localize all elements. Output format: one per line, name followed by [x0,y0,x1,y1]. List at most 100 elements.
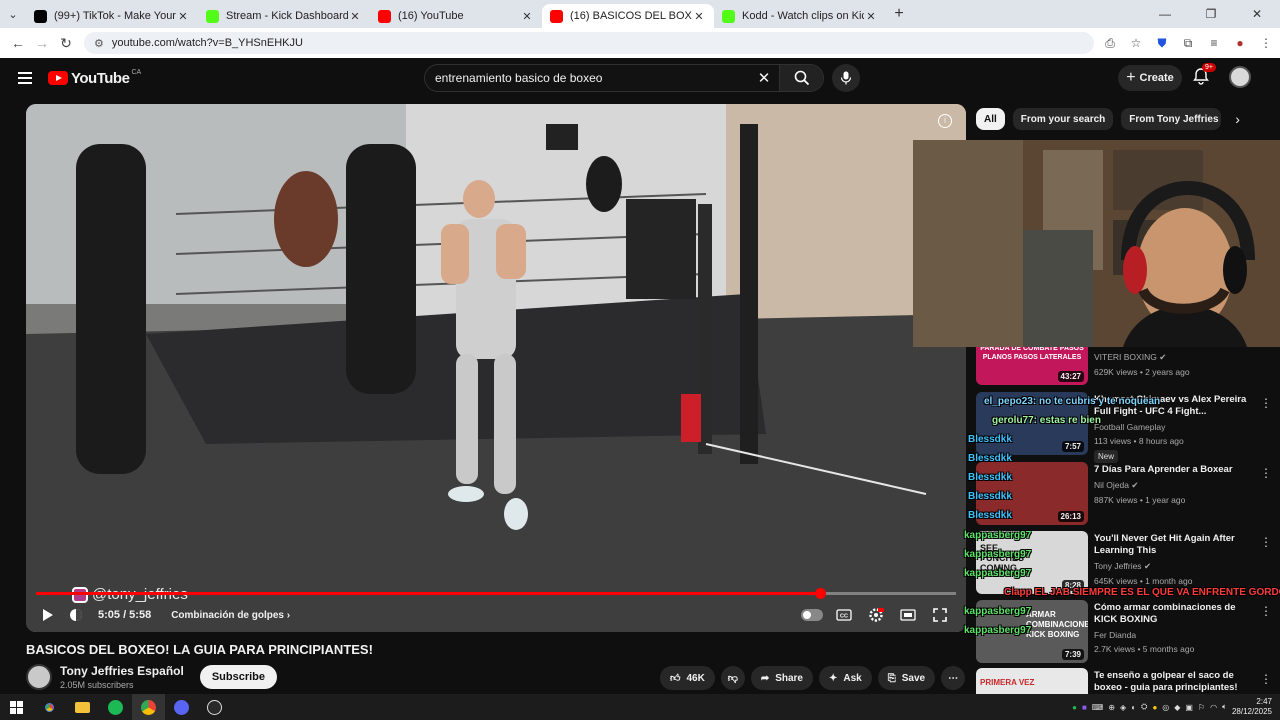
more-vert-icon[interactable]: ⋮ [1260,396,1272,410]
spotify-taskbar-icon[interactable] [99,694,132,720]
notifications-button[interactable]: 9+ [1192,63,1216,87]
discord-taskbar-icon[interactable] [165,694,198,720]
chapter-title[interactable]: Combinación de golpes › [171,610,290,621]
tab-kick-dashboard[interactable]: Stream - Kick Dashboard ✕ [198,4,370,28]
extensions-puzzle-icon[interactable]: ⧉ [1178,36,1198,51]
more-vert-icon[interactable]: ⋮ [1260,466,1272,480]
spotify-tray-icon[interactable]: ● [1072,703,1077,712]
progress-bar[interactable] [36,588,956,599]
minimize-icon[interactable]: — [1142,7,1188,21]
share-button[interactable]: ➦ Share [750,666,813,690]
recommendation-item[interactable]: PRIMERA VEZ Te enseño a golpear el saco … [976,668,1280,694]
chrome-taskbar-icon[interactable] [33,694,66,720]
close-tab-icon[interactable]: ✕ [348,10,362,23]
close-window-icon[interactable]: ✕ [1234,7,1280,21]
tab-boxeo-active[interactable]: (16) BASICOS DEL BOXEO! LA G ✕ [542,4,714,28]
dislike-button[interactable]: 👎︎ [720,666,745,690]
tab-search-icon[interactable]: ⌄ [0,0,26,28]
more-vert-icon[interactable]: ⋮ [1260,535,1272,549]
create-button[interactable]: + Create [1118,65,1182,91]
recommendation-channel[interactable]: Nil Ojeda ✔ [1094,480,1254,491]
close-tab-icon[interactable]: ✕ [520,10,534,23]
chip-from-channel[interactable]: From Tony Jeffries Esp [1121,108,1222,130]
site-info-icon[interactable]: ⚙ [94,37,104,50]
app-tray-icon[interactable]: ■ [1082,703,1087,712]
recommendation-channel[interactable]: Fer Dianda [1094,630,1254,640]
tab-youtube[interactable]: (16) YouTube ✕ [370,4,542,28]
settings-button[interactable] [862,601,890,629]
menu-icon[interactable] [18,72,32,84]
tab-tiktok[interactable]: (99+) TikTok - Make Your Day ✕ [26,4,198,28]
recommendation-title[interactable]: Cómo armar combinaciones de KICK BOXING [1094,602,1254,626]
recommendation-channel[interactable]: Football Gameplay [1094,422,1254,432]
url-field[interactable]: ⚙ youtube.com/watch?v=B_YHSnEHKJU [84,32,1094,54]
back-icon[interactable]: ← [6,35,30,51]
subscribe-button[interactable]: Subscribe [199,665,277,689]
close-tab-icon[interactable]: ✕ [176,10,190,23]
captions-button[interactable]: CC [830,601,858,629]
tab-kodd-kick[interactable]: Kodd - Watch clips on Kick ✕ [714,4,886,28]
app-tray-icon[interactable]: ◆ [1174,703,1180,712]
volume-button[interactable] [62,601,90,629]
obs-taskbar-icon[interactable] [198,694,231,720]
clock[interactable]: 2:47 28/12/2025 [1232,697,1272,717]
wifi-icon[interactable]: ◠ [1210,703,1217,712]
clear-search-icon[interactable]: ✕ [749,69,779,87]
app-tray-icon[interactable]: ◈ [1120,703,1126,712]
language-tray-icon[interactable]: ⌨ [1092,703,1104,712]
forward-icon[interactable]: → [30,35,54,51]
more-actions-button[interactable]: ⋯ [941,666,966,690]
recommendation-channel[interactable]: VITERI BOXING ✔ [1094,352,1254,363]
browser-menu-icon[interactable]: ⋮ [1256,36,1276,50]
install-icon[interactable]: ⎙ [1100,36,1120,51]
recommendation-title[interactable]: You'll Never Get Hit Again After Learnin… [1094,533,1254,557]
app-tray-icon[interactable]: ⛭ [1141,702,1147,712]
theater-mode-button[interactable] [894,601,922,629]
close-tab-icon[interactable]: ✕ [864,10,878,23]
media-icon[interactable]: ≡ [1204,36,1224,50]
volume-tray-icon[interactable]: 🔈︎ [1222,702,1227,712]
autoplay-toggle[interactable] [798,601,826,629]
fullscreen-button[interactable] [926,601,954,629]
search-button[interactable] [779,65,823,91]
like-button[interactable]: 👍︎ 46K [660,666,715,690]
bookmark-star-icon[interactable]: ☆ [1126,36,1146,50]
start-button[interactable] [0,694,33,720]
save-button[interactable]: ⎘ Save [877,666,936,690]
channel-name[interactable]: Tony Jeffries Español [60,664,184,678]
channel-avatar[interactable] [26,664,52,690]
app-tray-icon[interactable]: ◐ [1131,703,1136,712]
search-input[interactable] [425,71,749,85]
file-explorer-taskbar-icon[interactable] [66,694,99,720]
ask-button[interactable]: ✦ Ask [819,666,872,690]
app-tray-icon[interactable]: ◎ [1162,703,1169,712]
recommendation-title[interactable]: Te enseño a golpear el saco de boxeo - g… [1094,670,1254,694]
play-button[interactable] [34,601,62,629]
new-tab-icon[interactable]: + [886,5,912,23]
recommendation-channel[interactable]: Tony Jeffries ✔ [1094,561,1254,572]
app-tray-icon[interactable]: ● [1152,703,1157,712]
more-vert-icon[interactable]: ⋮ [1260,672,1272,686]
recommendation-title[interactable]: 7 Días Para Aprender a Boxear [1094,464,1254,476]
network-tray-icon[interactable]: ⊕ [1108,703,1115,712]
scrubber-handle[interactable] [814,588,826,599]
chevron-right-icon[interactable]: › [1235,111,1240,127]
video-thumbnail[interactable]: PRIMERA VEZ [976,668,1088,694]
app-tray-icon[interactable]: ▣ [1185,703,1193,712]
profile-icon[interactable]: ● [1230,36,1250,50]
recommendation-item[interactable]: 26:13 7 Días Para Aprender a Boxear Nil … [976,462,1280,528]
info-icon[interactable]: i [938,114,952,128]
shield-extension-icon[interactable]: ⛊ [1152,36,1172,51]
restore-icon[interactable]: ❐ [1188,7,1234,21]
chip-all[interactable]: All [976,108,1005,130]
chrome-active-taskbar-icon[interactable] [132,694,165,720]
chip-from-search[interactable]: From your search [1012,108,1114,130]
account-avatar[interactable] [1229,66,1251,88]
video-player[interactable]: i @tony_jeffries 5:05 / 5:58 Combinación… [26,104,966,632]
close-tab-icon[interactable]: ✕ [692,10,706,23]
reload-icon[interactable]: ↻ [54,35,78,52]
app-tray-icon[interactable]: ⚐ [1198,703,1205,712]
voice-search-button[interactable] [832,64,860,92]
youtube-logo[interactable]: YouTube CA [48,69,141,87]
more-vert-icon[interactable]: ⋮ [1260,604,1272,618]
